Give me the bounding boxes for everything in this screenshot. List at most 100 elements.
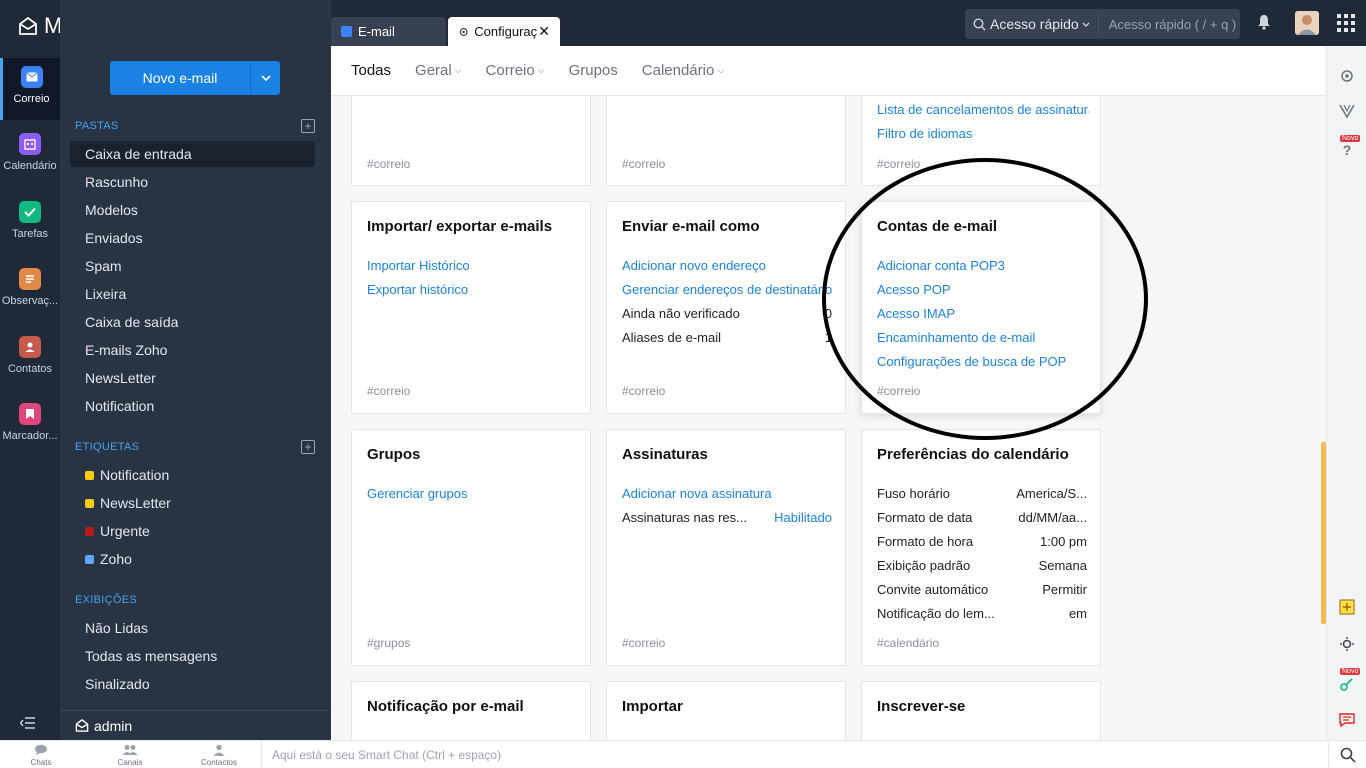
new-mail-label[interactable]: Novo e-mail xyxy=(110,61,250,95)
folder-outbox[interactable]: Caixa de saída xyxy=(70,309,315,335)
help-icon[interactable]: ? xyxy=(1338,142,1356,160)
card-email-notification: Notificação por e-mail xyxy=(351,681,591,740)
brand-v-icon[interactable] xyxy=(1338,104,1356,122)
channels-button[interactable]: Canais xyxy=(100,744,160,767)
app-grid-icon[interactable] xyxy=(1337,14,1355,37)
rail-item-bookmarks[interactable]: Marcador... xyxy=(0,395,60,457)
subnav-mail[interactable]: Correio ⌵ xyxy=(486,62,545,79)
folder-templates[interactable]: Modelos xyxy=(70,197,315,223)
new-mail-button[interactable]: Novo e-mail xyxy=(110,61,280,95)
chevron-down-icon xyxy=(260,75,271,81)
theme-toggle-icon[interactable] xyxy=(1338,636,1356,654)
card-title: Grupos xyxy=(367,446,421,463)
highlight-circle xyxy=(822,158,1148,440)
subnav-groups[interactable]: Grupos xyxy=(569,62,618,79)
gear-icon[interactable] xyxy=(1338,68,1356,86)
tag-notification[interactable]: Notification xyxy=(70,462,315,488)
subnav-all[interactable]: Todas xyxy=(351,62,391,79)
contacts-button[interactable]: Contactos xyxy=(189,744,249,767)
quick-search[interactable]: Acesso rápido Acesso rápido ( / + q ) xyxy=(965,9,1240,39)
chats-button[interactable]: Chats xyxy=(11,744,71,767)
folder-notification[interactable]: Notification xyxy=(70,393,315,419)
view-unread[interactable]: Não Lidas xyxy=(70,615,315,641)
rail-item-mail[interactable]: Correio xyxy=(0,58,60,120)
add-signature-link[interactable]: Adicionar nova assinatura xyxy=(622,486,834,501)
card-title: Assinaturas xyxy=(622,446,708,463)
feedback-icon[interactable] xyxy=(1338,712,1356,730)
export-history-link[interactable]: Exportar histórico xyxy=(367,282,579,297)
bell-icon[interactable] xyxy=(1257,14,1271,35)
chat-bubble-icon xyxy=(11,744,71,758)
folder-spam[interactable]: Spam xyxy=(70,253,315,279)
folder-drafts[interactable]: Rascunho xyxy=(70,169,315,195)
app-rail: Mail Correio Calendário Tarefas Observaç… xyxy=(0,0,84,740)
folder-inbox[interactable]: Caixa de entrada xyxy=(70,141,315,167)
card-title: Notificação por e-mail xyxy=(367,698,524,715)
search-icon[interactable] xyxy=(1328,741,1366,768)
folder-sent[interactable]: Enviados xyxy=(70,225,315,251)
setting-key: Ainda não verificado xyxy=(622,306,740,321)
rail-item-notes[interactable]: Observaç... xyxy=(0,260,60,322)
contacts-label: Contactos xyxy=(200,758,238,767)
unsubscribe-list-link[interactable]: Lista de cancelamentos de assinatura xyxy=(877,102,1089,117)
subnav-calendar[interactable]: Calendário ⌵ xyxy=(642,62,724,79)
folder-zoho-mails[interactable]: E-mails Zoho xyxy=(70,337,315,363)
setting-value: dd/MM/aa... xyxy=(1018,510,1087,525)
rail-item-tasks[interactable]: Tarefas xyxy=(0,193,60,255)
chevron-down-icon: ⌵ xyxy=(717,65,725,75)
subnav-label: Todas xyxy=(351,62,392,79)
sticky-note-icon[interactable] xyxy=(1338,599,1356,617)
channels-label: Canais xyxy=(117,758,143,767)
check-icon xyxy=(19,201,41,223)
folder-trash[interactable]: Lixeira xyxy=(70,281,315,307)
import-history-link[interactable]: Importar Histórico xyxy=(367,258,579,273)
mail-tab-icon xyxy=(341,26,352,37)
setting-row: Formato de hora 1:00 pm xyxy=(877,534,1087,549)
tag-urgent[interactable]: Urgente xyxy=(70,518,315,544)
tab-settings[interactable]: Configuraç ✕ xyxy=(448,17,560,46)
subnav-general[interactable]: Geral ⌵ xyxy=(415,62,462,79)
mail-icon xyxy=(20,66,43,88)
signature-status-link[interactable]: Habilitado xyxy=(774,510,832,525)
add-address-link[interactable]: Adicionar novo endereço xyxy=(622,258,834,273)
tags-title: ETIQUETAS xyxy=(75,441,140,453)
collapse-sidebar-icon[interactable] xyxy=(19,716,36,732)
mail-logo-icon xyxy=(75,719,89,732)
rail-label: Observaç... xyxy=(1,295,59,307)
view-all-messages[interactable]: Todas as mensagens xyxy=(70,643,315,669)
setting-row: Convite automático Permitir xyxy=(877,582,1087,597)
manage-groups-link[interactable]: Gerenciar grupos xyxy=(367,486,579,501)
add-tag-icon[interactable]: + xyxy=(301,440,315,454)
tab-email[interactable]: E-mail xyxy=(331,17,446,46)
subnav-label: Grupos xyxy=(568,62,618,79)
rail-item-calendar[interactable]: Calendário xyxy=(0,125,60,187)
setting-key: Formato de hora xyxy=(877,534,974,549)
card-signatures: Assinaturas Adicionar nova assinatura As… xyxy=(606,429,846,666)
close-tab-icon[interactable]: ✕ xyxy=(538,23,550,40)
tag-label: NewsLetter xyxy=(100,495,171,511)
subnav-label: Geral xyxy=(415,62,452,79)
new-mail-dropdown[interactable] xyxy=(250,61,280,95)
setting-row: Aliases de e-mail 1 xyxy=(622,330,832,345)
smart-chat-input[interactable]: Aqui está o seu Smart Chat (Ctrl + espaç… xyxy=(261,741,501,768)
language-filter-link[interactable]: Filtro de idiomas xyxy=(877,126,1089,141)
view-flagged[interactable]: Sinalizado xyxy=(70,671,315,697)
card-send-as: Enviar e-mail como Adicionar novo endere… xyxy=(606,201,846,414)
add-folder-icon[interactable]: + xyxy=(301,119,315,133)
card-groups: Grupos Gerenciar grupos #grupos xyxy=(351,429,591,666)
folder-newsletter[interactable]: NewsLetter xyxy=(70,365,315,391)
setting-row: Formato de data dd/MM/aa... xyxy=(877,510,1087,525)
rail-item-contacts[interactable]: Contatos xyxy=(0,328,60,390)
search-scope-dropdown[interactable]: Acesso rápido xyxy=(965,14,1099,34)
integration-icon[interactable] xyxy=(1338,676,1356,694)
tag-newsletter[interactable]: NewsLetter xyxy=(70,490,315,516)
search-input[interactable]: Acesso rápido ( / + q ) xyxy=(1099,17,1237,32)
tag-zoho[interactable]: Zoho xyxy=(70,546,315,572)
account-bar[interactable]: admin xyxy=(60,710,331,740)
setting-key: Assinaturas nas res... xyxy=(622,510,747,525)
rail-label: Contatos xyxy=(7,363,53,375)
manage-addresses-link[interactable]: Gerenciar endereços de destinatário xyxy=(622,282,834,297)
chats-label: Chats xyxy=(30,758,52,767)
user-avatar[interactable] xyxy=(1295,11,1319,35)
tag-color-icon xyxy=(85,555,94,564)
